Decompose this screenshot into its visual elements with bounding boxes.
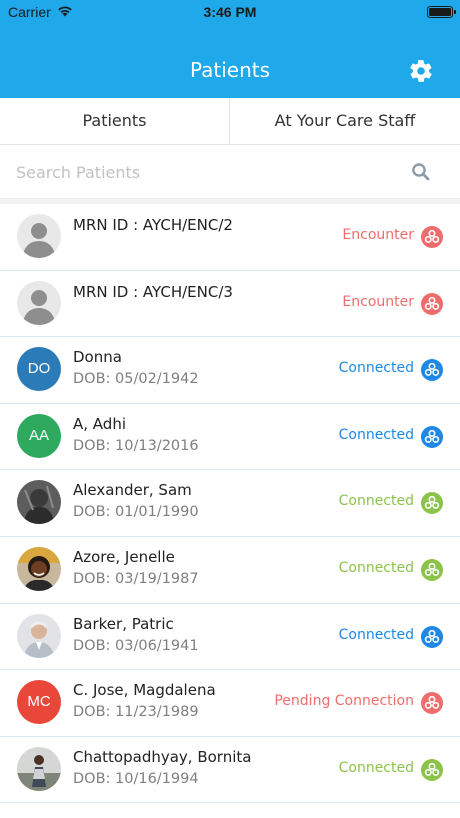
tab-bar: Patients At Your Care Staff [0, 98, 460, 145]
patient-row[interactable]: Barker, Patric DOB: 03/06/1941 Connected [0, 603, 460, 671]
status-label: Connected [338, 759, 414, 776]
avatar-photo [17, 546, 61, 591]
patient-row[interactable]: MC C. Jose, Magdalena DOB: 11/23/1989 Pendi… [0, 670, 460, 737]
avatar-initials: AA [17, 413, 61, 458]
connection-status-icon[interactable] [421, 692, 443, 715]
search-bar [0, 146, 460, 198]
patient-dob: DOB: 05/02/1942 [73, 371, 199, 388]
connection-status-icon[interactable] [421, 558, 443, 581]
patient-name: MRN ID : AYCH/ENC/3 [73, 282, 233, 301]
patient-name: MRN ID : AYCH/ENC/2 [73, 216, 233, 234]
connection-status-icon[interactable] [421, 359, 443, 382]
patient-row[interactable]: MRN ID : AYCH/ENC/2 Encounter [0, 204, 460, 271]
patient-name: Donna [73, 348, 122, 367]
patient-name: Azore, Jenelle [73, 547, 175, 566]
avatar-photo [17, 613, 61, 658]
patient-name: Chattopadhyay, Bornita [73, 747, 252, 766]
search-icon[interactable] [411, 162, 431, 186]
status-label: Pending Connection [274, 693, 414, 710]
connection-status-icon[interactable] [421, 292, 443, 315]
avatar-placeholder-icon [17, 280, 61, 325]
app-header: Carrier 3:46 PM Patients [0, 0, 460, 98]
patient-row[interactable]: Alexander, Sam DOB: 01/01/1990 Connected [0, 470, 460, 537]
patient-list: MRN ID : AYCH/ENC/2 Encounter MRN ID : AYC… [0, 204, 460, 804]
settings-gear-icon[interactable] [408, 58, 434, 84]
avatar-photo [17, 480, 61, 525]
status-label: Encounter [342, 227, 414, 243]
connection-status-icon[interactable] [421, 226, 443, 248]
patient-dob: DOB: 03/06/1941 [73, 637, 199, 654]
patient-dob: DOB: 10/16/1994 [73, 770, 199, 787]
patient-row[interactable]: MRN ID : AYCH/ENC/3 Encounter [0, 270, 460, 338]
avatar-placeholder-icon [17, 214, 61, 258]
patient-row[interactable]: DO Donna DOB: 05/02/1942 Connected [0, 337, 460, 404]
connection-status-icon[interactable] [421, 758, 443, 781]
status-label: Connected [338, 493, 414, 510]
clock: 3:46 PM [203, 4, 257, 20]
patient-row[interactable]: Chattopadhyay, Bornita DOB: 10/16/1994 Con… [0, 736, 460, 804]
status-label: Connected [338, 559, 414, 576]
page-title: Patients [189, 58, 271, 82]
avatar-photo [17, 746, 61, 791]
tab-patients[interactable]: Patients [0, 98, 230, 144]
connection-status-icon[interactable] [421, 625, 443, 648]
avatar-initials: MC [17, 680, 61, 725]
status-label: Connected [338, 626, 414, 643]
patient-name: A, Adhi [73, 414, 126, 433]
battery-icon [427, 6, 456, 18]
patient-name: Barker, Patric [73, 614, 174, 633]
status-label: Encounter [342, 293, 414, 310]
patient-name: C. Jose, Magdalena [73, 681, 216, 700]
search-input[interactable] [16, 158, 396, 186]
patient-dob: DOB: 11/23/1989 [73, 704, 199, 721]
patient-row[interactable]: AA A, Adhi DOB: 10/13/2016 Connected [0, 403, 460, 471]
connection-status-icon[interactable] [421, 492, 443, 515]
patient-dob: DOB: 10/13/2016 [73, 437, 199, 454]
status-label: Connected [338, 426, 414, 443]
patient-name: Alexander, Sam [73, 481, 192, 500]
avatar-initials: DO [17, 347, 61, 392]
connection-status-icon[interactable] [421, 425, 443, 448]
patient-dob: DOB: 03/19/1987 [73, 570, 199, 587]
tab-at-your-care-staff[interactable]: At Your Care Staff [230, 98, 460, 144]
status-label: Connected [338, 360, 414, 377]
status-bar: Carrier 3:46 PM [0, 0, 460, 24]
patient-row[interactable]: Azore, Jenelle DOB: 03/19/1987 Connected [0, 536, 460, 604]
patient-dob: DOB: 01/01/1990 [73, 504, 199, 521]
